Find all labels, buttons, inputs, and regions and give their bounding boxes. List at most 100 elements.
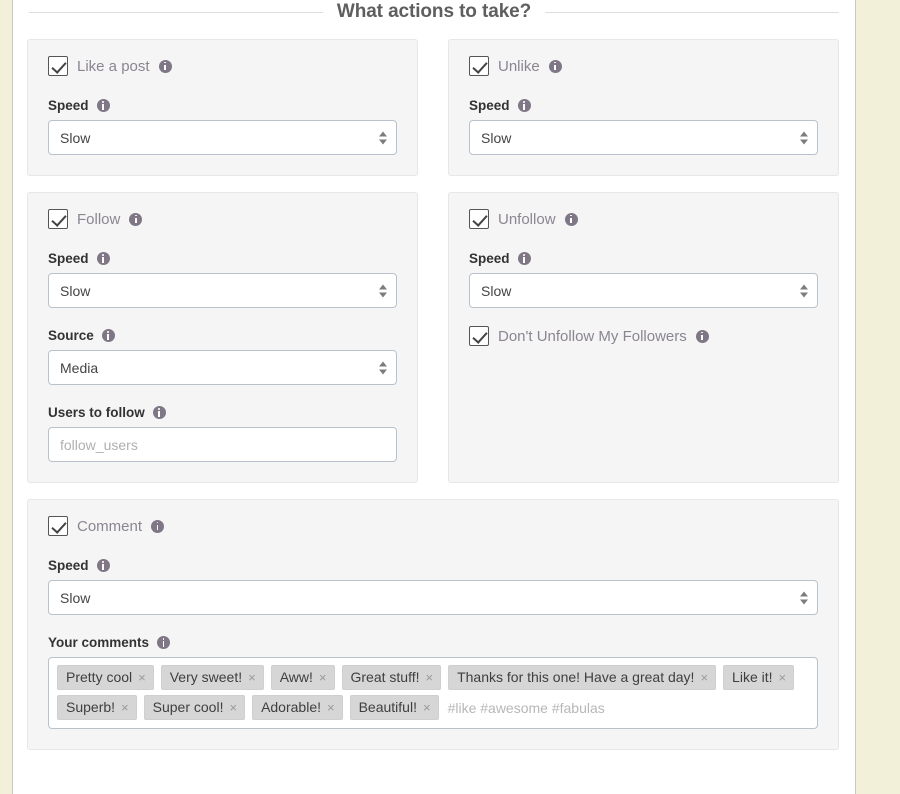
section-legend: What actions to take? [27, 0, 841, 27]
legend-rule-right [545, 11, 840, 13]
dont-unfollow-my-followers-checkbox-row[interactable]: Don't Unfollow My Followers [469, 324, 818, 348]
comment-checkbox[interactable] [48, 516, 68, 536]
unfollow-checkbox[interactable] [469, 209, 489, 229]
comment-tag[interactable]: Great stuff! × [341, 665, 442, 691]
comment-tag[interactable]: Pretty cool × [57, 665, 154, 691]
follow-source-select[interactable]: Media [48, 350, 397, 385]
comment-tag[interactable]: Adorable! × [252, 695, 343, 721]
info-icon[interactable] [548, 59, 562, 73]
remove-tag-icon[interactable]: × [248, 671, 256, 684]
comment-tag-label: Thanks for this one! Have a great day! [457, 669, 695, 685]
remove-tag-icon[interactable]: × [700, 671, 708, 684]
unlike-checkbox[interactable] [469, 56, 489, 76]
dont-unfollow-my-followers-checkbox[interactable] [469, 326, 489, 346]
follow-source-label: Source [48, 328, 94, 343]
follow-source-value: Media [60, 359, 99, 376]
comment-label: Comment [77, 517, 143, 535]
info-icon[interactable] [96, 252, 110, 265]
like-a-post-checkbox[interactable] [48, 56, 68, 76]
info-icon[interactable] [96, 99, 110, 112]
your-comments-placeholder: #like #awesome #fabulas [447, 699, 605, 716]
like-a-post-label: Like a post [77, 57, 150, 75]
page-container: What actions to take? Like a post Speed … [12, 0, 856, 794]
comment-speed-select[interactable]: Slow [48, 580, 818, 615]
users-to-follow-label: Users to follow [48, 405, 145, 420]
comment-checkbox-row[interactable]: Comment [48, 514, 818, 538]
remove-tag-icon[interactable]: × [327, 701, 335, 714]
like-a-post-checkbox-row[interactable]: Like a post [48, 54, 397, 78]
follow-speed-select[interactable]: Slow [48, 273, 397, 308]
info-icon[interactable] [564, 212, 578, 226]
info-icon[interactable] [517, 99, 531, 112]
select-spinner-icon[interactable] [800, 130, 808, 145]
remove-tag-icon[interactable]: × [138, 671, 146, 684]
remove-tag-icon[interactable]: × [426, 671, 434, 684]
comment-tag[interactable]: Very sweet! × [160, 665, 264, 691]
select-spinner-icon[interactable] [379, 130, 387, 145]
info-icon[interactable] [151, 519, 165, 533]
select-spinner-icon[interactable] [800, 590, 808, 605]
comment-speed-label: Speed [48, 558, 89, 573]
unfollow-speed-value: Slow [481, 282, 512, 299]
unlike-speed-label-row: Speed [469, 98, 818, 113]
unfollow-speed-select[interactable]: Slow [469, 273, 818, 308]
remove-tag-icon[interactable]: × [121, 701, 129, 714]
comment-tag-label: Aww! [279, 669, 313, 685]
comment-tag[interactable]: Like it! × [723, 665, 795, 691]
panel-unlike: Unlike Speed Slow [448, 39, 839, 176]
legend-rule-left [29, 11, 323, 13]
panel-like-a-post: Like a post Speed Slow [27, 39, 418, 176]
remove-tag-icon[interactable]: × [319, 671, 327, 684]
dont-unfollow-my-followers-label: Don't Unfollow My Followers [498, 327, 687, 345]
comment-tag-label: Beautiful! [358, 699, 417, 716]
unlike-speed-select[interactable]: Slow [469, 120, 818, 155]
remove-tag-icon[interactable]: × [779, 671, 787, 684]
info-icon[interactable] [96, 559, 110, 572]
action-panels-grid: Like a post Speed Slow Unlike Speed Slow… [27, 27, 841, 751]
unfollow-label: Unfollow [498, 210, 556, 228]
comment-tag-label: Superb! [66, 699, 116, 716]
your-comments-label-row: Your comments [48, 635, 818, 650]
select-spinner-icon[interactable] [379, 283, 387, 298]
unfollow-speed-label-row: Speed [469, 251, 818, 266]
comment-tag[interactable]: Beautiful! × [349, 695, 439, 721]
users-to-follow-input[interactable]: follow_users [48, 427, 397, 462]
users-to-follow-label-row: Users to follow [48, 405, 397, 420]
select-spinner-icon[interactable] [379, 360, 387, 375]
follow-checkbox[interactable] [48, 209, 68, 229]
info-icon[interactable] [695, 329, 709, 343]
remove-tag-icon[interactable]: × [229, 701, 237, 714]
actions-section: What actions to take? Like a post Speed … [13, 0, 855, 751]
your-comments-tag-field[interactable]: Pretty cool × Very sweet! × Aww! × Great stuff… [48, 657, 818, 730]
comment-tag-label: Super cool! [152, 699, 224, 716]
like-speed-value: Slow [60, 129, 91, 146]
info-icon[interactable] [517, 252, 531, 265]
follow-label: Follow [77, 210, 121, 228]
comment-tag-label: Pretty cool [66, 669, 133, 685]
follow-speed-label: Speed [48, 251, 89, 266]
like-speed-select[interactable]: Slow [48, 120, 397, 155]
comment-tag[interactable]: Thanks for this one! Have a great day! × [448, 665, 717, 691]
comment-tag-label: Like it! [732, 669, 773, 685]
like-speed-label: Speed [48, 98, 89, 113]
info-icon[interactable] [129, 212, 143, 226]
unfollow-checkbox-row[interactable]: Unfollow [469, 207, 818, 231]
follow-speed-label-row: Speed [48, 251, 397, 266]
comment-tag-label: Great stuff! [350, 669, 420, 685]
unfollow-speed-label: Speed [469, 251, 510, 266]
comment-tag[interactable]: Aww! × [270, 665, 335, 691]
info-icon[interactable] [158, 59, 172, 73]
comment-speed-value: Slow [60, 589, 91, 606]
unlike-checkbox-row[interactable]: Unlike [469, 54, 818, 78]
info-icon[interactable] [152, 406, 166, 419]
like-speed-label-row: Speed [48, 98, 397, 113]
comment-tag[interactable]: Superb! × [57, 695, 137, 721]
info-icon[interactable] [101, 329, 115, 342]
select-spinner-icon[interactable] [800, 283, 808, 298]
comment-tag-label: Very sweet! [169, 669, 243, 685]
comment-tag[interactable]: Super cool! × [143, 695, 246, 721]
unlike-speed-value: Slow [481, 129, 512, 146]
remove-tag-icon[interactable]: × [423, 701, 431, 714]
info-icon[interactable] [157, 636, 171, 649]
follow-checkbox-row[interactable]: Follow [48, 207, 397, 231]
